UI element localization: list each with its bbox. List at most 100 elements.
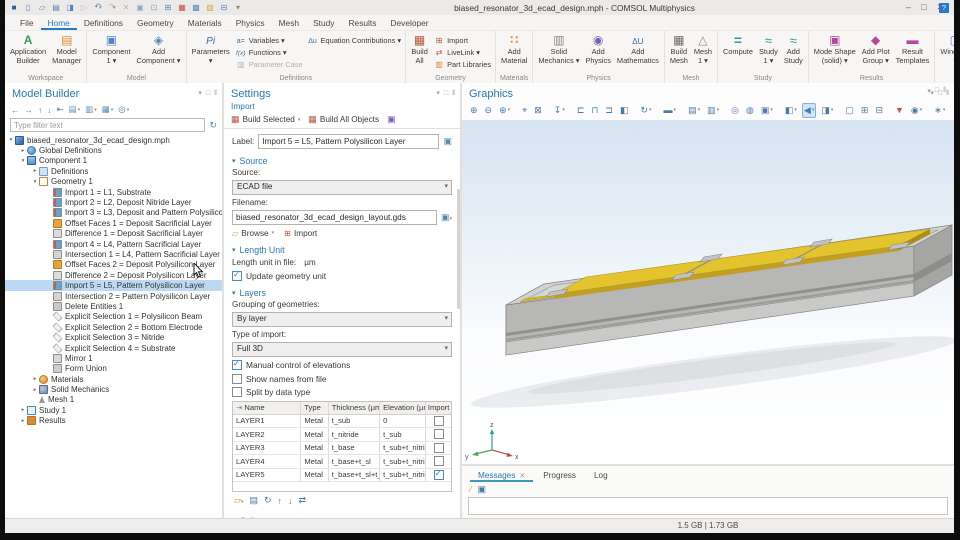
cut-icon[interactable]: ✕▾ — [121, 1, 131, 14]
show-options-icon[interactable]: ▦ ▾ — [102, 104, 114, 115]
add-study-button[interactable]: Add Study — [781, 32, 806, 67]
refresh-table-icon[interactable]: ↻▾ — [264, 495, 272, 506]
panel-close-icon[interactable]: ‖ — [452, 89, 455, 99]
section-length-unit[interactable]: Length Unit — [232, 245, 452, 255]
graphics-viewport[interactable]: z x y — [462, 120, 954, 464]
variables-button[interactable]: Variables ▾ — [234, 35, 305, 46]
panel-close-icon[interactable]: ‖ — [943, 87, 946, 95]
build-mesh-button[interactable]: Build Mesh — [667, 32, 691, 67]
move-row-up-icon[interactable]: ↑▾ — [278, 496, 283, 506]
functions-button[interactable]: Functions ▾ — [234, 47, 305, 58]
show-material-color-icon[interactable]: ◎▾ — [729, 103, 741, 118]
redo-icon[interactable]: ↷▾ — [107, 0, 117, 15]
go-to-view-icon[interactable]: ↧ ▾ — [552, 103, 567, 118]
go-to-zx-view-icon[interactable]: ⊐▾ — [603, 103, 615, 118]
help-icon[interactable]: ? — [939, 3, 949, 13]
add-mathematics-button[interactable]: Add Mathematics — [614, 32, 662, 67]
layers-table-row[interactable]: LAYER5 Metal t_base+t_sl+t_poly t_sub+t_… — [233, 468, 451, 482]
save-icon[interactable]: ▤▾ — [51, 1, 61, 14]
messages-tab[interactable]: Log✕ — [586, 469, 616, 482]
new-file-icon[interactable]: ▯▾ — [23, 1, 33, 14]
layers-table-row[interactable]: LAYER1 Metal t_sub 0 — [233, 414, 451, 428]
tree-item[interactable]: Explicit Selection 4 = Substrate — [5, 342, 222, 354]
tree-expander[interactable]: ▾ — [19, 158, 27, 164]
import-checkbox[interactable] — [433, 415, 444, 426]
ribbon-tab[interactable]: Physics — [229, 16, 272, 30]
livelink-button[interactable]: LiveLink ▾ — [432, 47, 493, 58]
tree-item[interactable]: Explicit Selection 3 = Nitride — [5, 332, 222, 343]
ribbon-tab[interactable]: Results — [341, 16, 383, 30]
mode-shape-button[interactable]: Mode Shape (solid) ▾ — [811, 32, 859, 67]
tree-item[interactable]: Explicit Selection 1 = Polysilicon Beam — [5, 311, 222, 322]
tree-expander[interactable]: ▸ — [31, 387, 39, 393]
move-up-icon[interactable]: ↑▾ — [38, 105, 42, 115]
tree-item[interactable]: Difference 1 = Deposit Sacrificial Layer — [5, 229, 222, 239]
import-checkbox[interactable] — [433, 442, 444, 453]
tree-item[interactable]: ▸ Results — [5, 416, 222, 426]
undo-icon[interactable]: ↶▾ — [93, 0, 103, 15]
tree-item[interactable]: ▾ biased_resonator_3d_ecad_design.mph — [5, 135, 222, 145]
build-all-objects-button[interactable]: ▦ Build All Objects — [308, 114, 379, 125]
select-mode-icon[interactable]: ▼▾ — [893, 103, 906, 118]
paste-icon[interactable]: ⊡▾ — [149, 1, 159, 14]
tree-item[interactable]: ▾ Component 1 — [5, 156, 222, 166]
ribbon-tab[interactable]: File — [13, 16, 41, 30]
label-input[interactable]: Import 5 = L5, Pattern Polysilicon Layer — [258, 134, 440, 149]
tree-item[interactable]: Form Union — [5, 364, 222, 374]
tree-item[interactable]: Delete Entities 1 — [5, 301, 222, 311]
load-from-file-icon[interactable]: ▱▾ — [234, 495, 243, 506]
mesh-1-button[interactable]: Mesh 1 ▾ — [691, 32, 715, 67]
windows-button[interactable]: Windows ▾ — [937, 32, 954, 67]
ribbon-tab[interactable]: Developer — [383, 16, 435, 30]
type-of-import-select[interactable]: Full 3D — [232, 341, 452, 357]
tree-item[interactable]: Intersection 2 = Pattern Polysilicon Lay… — [5, 291, 222, 301]
move-row-down-icon[interactable]: ↓▾ — [288, 496, 293, 506]
tree-item[interactable]: Mirror 1 — [5, 353, 222, 363]
table-icon[interactable]: ⊟▾ — [219, 1, 229, 14]
tree-item[interactable]: Offset Faces 2 = Deposit Polysilicon Lay… — [5, 260, 222, 270]
show-grid-icon[interactable]: ▢▾ — [843, 103, 856, 118]
layers-table-row[interactable]: LAYER4 Metal t_base+t_sl t_sub+t_nitride — [233, 455, 451, 469]
color-palette-icon[interactable]: ▣ ▾ — [759, 103, 775, 118]
result-templates-button[interactable]: Result Templates — [893, 32, 933, 67]
environment-reflections-icon[interactable]: ▥ ▾ — [705, 103, 721, 118]
save-to-file-icon[interactable]: ▤▾ — [249, 495, 258, 506]
panel-float-icon[interactable]: □ — [444, 89, 448, 99]
tree-item[interactable]: Intersection 1 = L4, Pattern Sacrificial… — [5, 249, 222, 259]
browse-button[interactable]: ▱ Browse ▾ — [232, 228, 274, 239]
model-tree-node-text-icon[interactable]: ▤ ▾ — [69, 104, 81, 115]
go-to-yz-view-icon[interactable]: ⊓▾ — [589, 103, 600, 118]
save-as-icon[interactable]: ◨▾ — [65, 1, 75, 14]
tree-expander[interactable]: ▸ — [31, 168, 39, 174]
go-to-xy-view-icon[interactable]: ⊏▾ — [575, 103, 587, 118]
component-1-button[interactable]: Component 1 ▾ — [89, 32, 133, 67]
minimize-icon[interactable]: – — [906, 2, 911, 13]
tree-item[interactable]: Import 4 = L4, Pattern Sacrificial Layer — [5, 239, 222, 249]
tree-item[interactable]: ▸ Solid Mechanics — [5, 384, 222, 395]
zoom-extents-icon[interactable]: ⊠▾ — [532, 103, 544, 118]
messages-tab[interactable]: Messages ✕ — [470, 469, 534, 482]
solid-mechanics-button[interactable]: Solid Mechanics ▾ — [535, 32, 582, 67]
ribbon-tab[interactable]: Home — [40, 16, 77, 30]
tree-item[interactable]: ▸ Materials — [5, 374, 222, 384]
copy-messages-icon[interactable]: ▣ — [478, 484, 487, 495]
zoom-box-icon[interactable]: ⊕ ▾ — [497, 103, 512, 118]
scene-settings-icon[interactable]: ∗ ▾ — [932, 103, 947, 118]
open-file-icon[interactable]: ▱▾ — [37, 1, 47, 14]
layers-option-checkbox[interactable]: Manual control of elevations — [232, 359, 452, 370]
part-libraries-button[interactable]: Part Libraries — [432, 59, 493, 70]
parameter-case-button[interactable]: Parameter Case — [234, 59, 305, 70]
layers-option-checkbox[interactable]: Show names from file — [232, 373, 452, 384]
file-location-icon[interactable]: ▣▾ — [441, 212, 452, 223]
show-axes-icon[interactable]: ⊞▾ — [859, 103, 871, 118]
tree-item[interactable]: Mesh 1 — [5, 395, 222, 405]
delete-icon[interactable]: ▦▾ — [177, 1, 187, 14]
compute-button[interactable]: Compute — [720, 32, 756, 67]
messages-tab[interactable]: Progress✕ — [535, 469, 584, 482]
layers-table-row[interactable]: LAYER3 Metal t_base t_sub+t_nitride — [233, 441, 451, 455]
update-geometry-unit-checkbox[interactable]: Update geometry unit — [232, 270, 452, 281]
build-selected-button[interactable]: ▦ Build Selected ▾ — [231, 114, 300, 125]
panel-close-icon[interactable]: ‖ — [946, 89, 949, 99]
tree-expander[interactable]: ▾ — [31, 179, 39, 185]
tree-item[interactable]: Import 3 = L3, Deposit and Pattern Polys… — [5, 208, 222, 218]
